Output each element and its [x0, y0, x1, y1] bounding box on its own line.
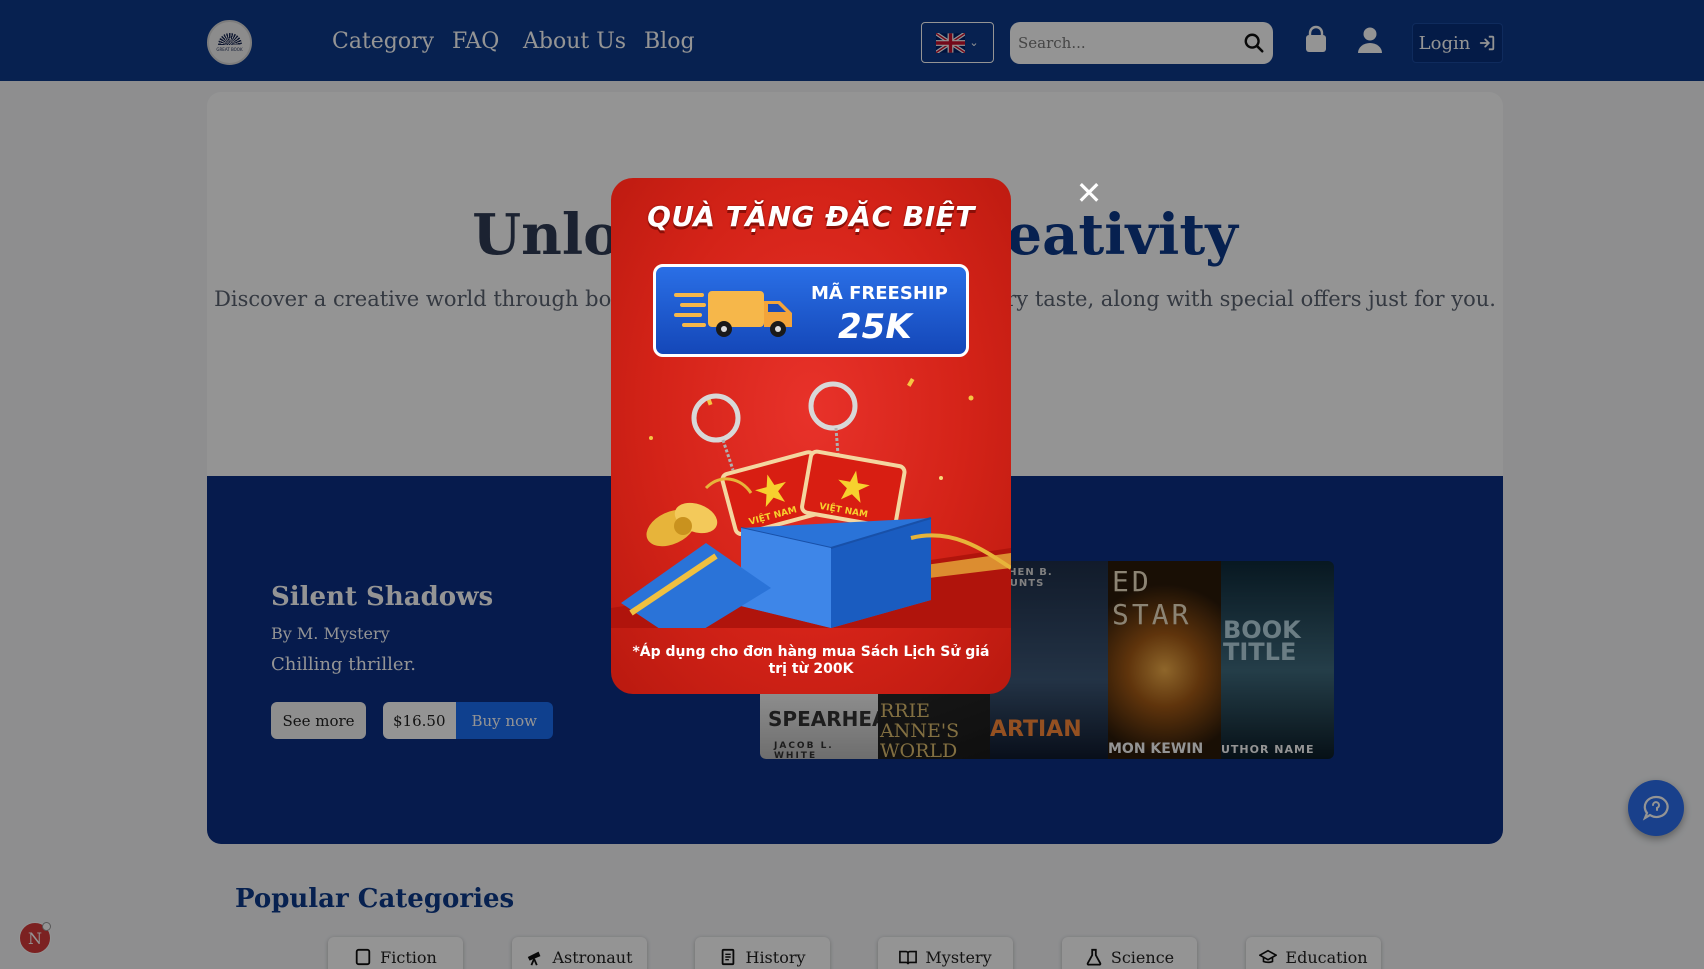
close-popup-button[interactable]: ✕ — [1072, 174, 1106, 212]
close-icon: ✕ — [1075, 174, 1103, 212]
freeship-voucher: MÃ FREESHIP 25K — [653, 264, 969, 357]
promo-terms-note: *Áp dụng cho đơn hàng mua Sách Lịch Sử g… — [632, 644, 990, 677]
gift-box-illustration: VIỆT NAM VIỆT NAM — [611, 381, 1011, 628]
promo-title: QUÀ TẶNG ĐẶC BIỆT — [647, 200, 975, 233]
delivery-truck-icon — [674, 291, 792, 337]
promo-popup[interactable]: QUÀ TẶNG ĐẶC BIỆT MÃ FREESHIP 25K VIỆT N… — [611, 178, 1011, 694]
voucher-value: 25K — [838, 307, 912, 347]
voucher-label: MÃ FREESHIP — [811, 283, 948, 304]
